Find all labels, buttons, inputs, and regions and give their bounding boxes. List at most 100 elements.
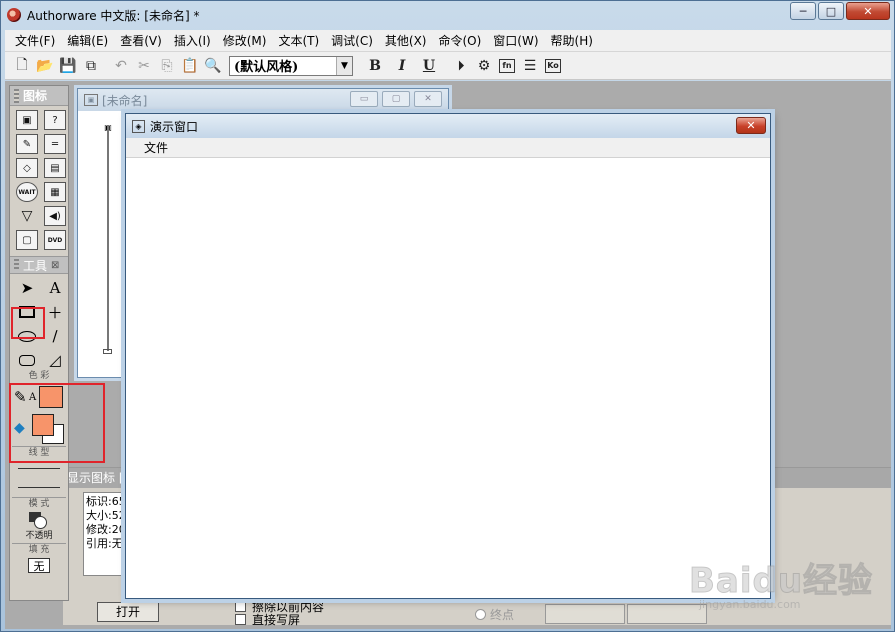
presentation-canvas[interactable]	[126, 158, 770, 598]
functions-button[interactable]: fn	[499, 58, 515, 73]
movie-icon[interactable]: ▦	[44, 182, 66, 202]
flowline-maximize-button[interactable]: ▢	[382, 91, 410, 107]
open-folder-icon[interactable]: 📂	[34, 55, 56, 77]
wait-icon[interactable]: WAIT	[16, 182, 38, 202]
line-option[interactable]	[18, 487, 60, 488]
italic-button[interactable]: I	[389, 55, 415, 77]
chevron-down-icon[interactable]: ▼	[336, 56, 352, 75]
text-tool-icon[interactable]: A	[43, 278, 67, 298]
authorware-logo-icon	[7, 8, 21, 22]
menu-view[interactable]: 查看(V)	[114, 31, 168, 51]
presentation-title-bar[interactable]: ◈ 演示窗口	[126, 114, 770, 138]
color-section-label: 色 彩	[28, 371, 50, 381]
mode-value: 不透明	[25, 531, 53, 541]
video-icon[interactable]: DVD	[44, 230, 66, 250]
fill-section: 填 充 无	[12, 543, 66, 573]
opaque-mode-icon	[29, 512, 49, 529]
navigate-icon[interactable]: ▤	[44, 158, 66, 178]
flowline[interactable]	[107, 125, 109, 351]
cut-icon[interactable]: ✂	[133, 55, 155, 77]
import-icon[interactable]: ⧉	[80, 55, 102, 77]
interaction-icon[interactable]: ?	[44, 110, 66, 130]
fill-selector[interactable]: 无	[28, 558, 50, 573]
presentation-window-title: 演示窗口	[150, 119, 199, 134]
grip-icon[interactable]	[14, 259, 19, 271]
paste-icon[interactable]: 📋	[179, 55, 201, 77]
control-panel-icon[interactable]: ⚙	[473, 55, 495, 77]
close-icon[interactable]: ⊠	[51, 260, 59, 271]
flowline-close-button[interactable]: ✕	[414, 91, 442, 107]
polygon-tool-icon[interactable]: ◿	[43, 350, 67, 370]
flowline-minimize-button[interactable]: ▭	[350, 91, 378, 107]
menu-modify[interactable]: 修改(M)	[217, 31, 273, 51]
rectangle-tool-highlight	[11, 307, 45, 339]
menu-window[interactable]: 窗口(W)	[487, 31, 544, 51]
map-icon[interactable]: ▢	[16, 230, 38, 250]
presentation-window[interactable]: ◈ 演示窗口 ✕ 文件	[125, 113, 771, 599]
x-field[interactable]	[545, 604, 625, 624]
rounded-rectangle-tool-icon[interactable]	[15, 350, 39, 370]
knowledge-objects-button[interactable]: Ko	[545, 58, 561, 73]
underline-button[interactable]: U	[416, 55, 442, 77]
menu-help[interactable]: 帮助(H)	[545, 31, 599, 51]
grip-icon[interactable]	[14, 88, 19, 103]
end-point-radio[interactable]	[475, 609, 486, 620]
thin-line-option[interactable]	[18, 468, 60, 469]
decision-icon[interactable]: ▽	[16, 206, 38, 226]
icon-palette: 图标 ▣ ? ✎ ═ ◇ ▤ WAIT ▦ ▽ ◀) ▢ DVD 工具 ⊠ ➤ …	[9, 85, 69, 601]
calculation-icon[interactable]: ✎	[16, 134, 38, 154]
mode-selector[interactable]: 不透明	[12, 510, 66, 543]
restart-icon[interactable]: ⏵	[450, 55, 472, 77]
save-all-icon[interactable]: 💾	[57, 55, 79, 77]
window-controls: ─ □ ✕	[790, 2, 890, 20]
baidu-jingyan-watermark: Baidu经验 jingyan.baidu.com	[689, 553, 889, 629]
open-button[interactable]: 打开	[97, 602, 159, 622]
menu-file[interactable]: 文件(F)	[9, 31, 61, 51]
presentation-window-icon: ◈	[132, 119, 145, 133]
info-id: 标识:65	[86, 495, 126, 508]
icon-palette-title[interactable]: 图标	[10, 86, 68, 106]
find-icon[interactable]: 🔍	[202, 55, 224, 77]
presentation-menu-file[interactable]: 文件	[138, 138, 174, 158]
icon-info-box: 标识:65 大小:52 修改:20 引用:无	[83, 492, 127, 576]
menu-debug[interactable]: 调试(C)	[325, 31, 379, 51]
copy-icon[interactable]: ⎘	[156, 55, 178, 77]
info-size: 大小:52	[86, 509, 126, 522]
line-tool-icon[interactable]: ＋	[43, 302, 67, 322]
mode-label: 模 式	[28, 499, 50, 509]
fill-label: 填 充	[28, 545, 50, 555]
color-section-highlight	[9, 383, 105, 463]
title-bar[interactable]: Authorware 中文版: [未命名] * ─ □ ✕	[1, 1, 894, 29]
bold-button[interactable]: B	[362, 55, 388, 77]
close-button[interactable]: ✕	[846, 2, 890, 20]
info-reference: 引用:无	[86, 537, 123, 550]
sound-icon[interactable]: ◀)	[44, 206, 66, 226]
flowline-end-marker	[103, 349, 112, 354]
variables-icon[interactable]: ☰	[519, 55, 541, 77]
text-style-value: (默认风格)	[234, 60, 299, 75]
info-modified: 修改:20	[86, 523, 126, 536]
menu-edit[interactable]: 编辑(E)	[61, 31, 114, 51]
end-point-option[interactable]: 终点	[475, 606, 514, 623]
new-file-icon[interactable]: 🗋	[11, 55, 33, 77]
menu-other[interactable]: 其他(X)	[379, 31, 433, 51]
menu-bar: 文件(F) 编辑(E) 查看(V) 插入(I) 修改(M) 文本(T) 调试(C…	[5, 30, 891, 52]
menu-text[interactable]: 文本(T)	[272, 31, 325, 51]
direct-to-screen-option[interactable]: 直接写屏	[235, 611, 300, 628]
motion-icon[interactable]: ═	[44, 134, 66, 154]
icon-palette-label: 图标	[23, 89, 48, 103]
tools-palette-title[interactable]: 工具 ⊠	[10, 256, 68, 274]
icon-palette-grid: ▣ ? ✎ ═ ◇ ▤ WAIT ▦ ▽ ◀) ▢ DVD	[10, 106, 68, 254]
undo-icon[interactable]: ↶	[110, 55, 132, 77]
menu-command[interactable]: 命令(O)	[432, 31, 487, 51]
pointer-tool-icon[interactable]: ➤	[15, 278, 39, 298]
display-icon[interactable]: ▣	[16, 110, 38, 130]
diagonal-line-tool-icon[interactable]: ∕	[43, 326, 67, 346]
direct-to-screen-checkbox[interactable]	[235, 614, 246, 625]
menu-insert[interactable]: 插入(I)	[168, 31, 217, 51]
presentation-close-button[interactable]: ✕	[736, 117, 766, 134]
maximize-button[interactable]: □	[818, 2, 844, 20]
text-style-select[interactable]: (默认风格) ▼	[229, 55, 353, 76]
minimize-button[interactable]: ─	[790, 2, 816, 20]
erase-icon[interactable]: ◇	[16, 158, 38, 178]
